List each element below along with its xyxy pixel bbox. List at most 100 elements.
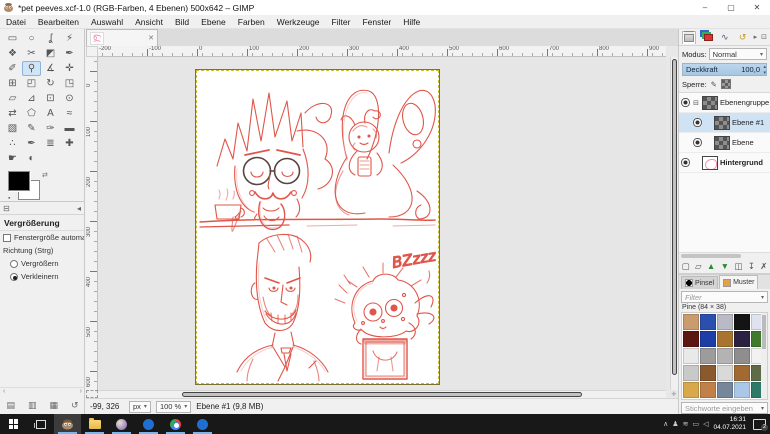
move-tool[interactable]: ✛: [60, 61, 79, 76]
pattern-swatch[interactable]: [700, 365, 716, 381]
layer-list-scrollbar[interactable]: [679, 252, 770, 259]
layer-row[interactable]: Hintergrund: [679, 153, 770, 173]
smudge-tool[interactable]: ☛: [3, 151, 22, 166]
tool-options-scrollbar[interactable]: ‹ ›: [0, 387, 85, 397]
task-view-button[interactable]: [27, 414, 54, 434]
check-app-taskbar-icon-2[interactable]: [189, 414, 216, 434]
color-picker-tool[interactable]: ✐: [3, 61, 22, 76]
merge-layer-button[interactable]: ↧: [748, 261, 755, 272]
unit-select[interactable]: px ▾: [129, 401, 151, 413]
visibility-eye-icon[interactable]: [693, 138, 702, 147]
pattern-swatch[interactable]: [683, 331, 699, 347]
new-layer-group-button[interactable]: ▱: [695, 261, 702, 272]
pattern-swatch[interactable]: [700, 314, 716, 330]
layer-row[interactable]: Ebene: [679, 133, 770, 153]
delete-tool-preset-button[interactable]: ▦: [49, 400, 58, 411]
foreground-color-swatch[interactable]: [8, 171, 30, 191]
pattern-swatch[interactable]: [717, 331, 733, 347]
unified-transform-tool[interactable]: ⊡: [41, 91, 60, 106]
image-tab[interactable]: ✕: [86, 29, 158, 46]
fuzzy-select-tool[interactable]: ⚡: [60, 31, 79, 46]
tab-channels[interactable]: [700, 31, 714, 44]
foreground-select-tool[interactable]: ◩: [41, 46, 60, 61]
layer-name[interactable]: Ebene: [732, 138, 754, 147]
visibility-eye-icon[interactable]: [681, 98, 690, 107]
layer-row[interactable]: ⊟ Ebenengruppe: [679, 93, 770, 113]
pattern-swatch[interactable]: [734, 314, 750, 330]
maximize-button[interactable]: ▢: [718, 0, 744, 15]
tray-network-icon[interactable]: ▭: [692, 420, 699, 428]
menu-item[interactable]: Bild: [169, 17, 195, 27]
tool-options-tab-icon[interactable]: ⊟: [3, 204, 10, 213]
pattern-swatch[interactable]: [717, 348, 733, 364]
new-layer-button[interactable]: ▢: [682, 261, 690, 272]
close-button[interactable]: ✕: [744, 0, 770, 15]
restore-tool-preset-button[interactable]: ▥: [28, 400, 37, 411]
vertical-scrollbar[interactable]: [670, 57, 678, 391]
clock[interactable]: 16:31 04.07.2021: [713, 416, 746, 432]
scissors-select-tool[interactable]: ✂: [22, 46, 41, 61]
zoom-select[interactable]: 100 % ▾: [156, 401, 191, 413]
clone-tool[interactable]: ≣: [41, 136, 60, 151]
align-tool[interactable]: ⊞: [3, 76, 22, 91]
dock-menu-icon[interactable]: ⊡: [761, 33, 767, 41]
paintbrush-tool[interactable]: ✑: [41, 121, 60, 136]
visibility-eye-icon[interactable]: [681, 158, 690, 167]
scroll-left-icon[interactable]: ‹: [3, 388, 5, 397]
scroll-right-icon[interactable]: ›: [80, 388, 82, 397]
swap-colors-icon[interactable]: ⇄: [42, 171, 48, 179]
image-tab-close-icon[interactable]: ✕: [148, 34, 154, 42]
lock-alpha-icon[interactable]: [721, 79, 731, 89]
pattern-swatch[interactable]: [734, 382, 750, 398]
layer-row[interactable]: Ebene #1: [679, 113, 770, 133]
pattern-swatch[interactable]: [700, 331, 716, 347]
pencil-tool[interactable]: ✎: [22, 121, 41, 136]
menu-item[interactable]: Ansicht: [129, 17, 169, 27]
heal-tool[interactable]: ✚: [60, 136, 79, 151]
canvas-viewport[interactable]: BZzzz !: [98, 57, 666, 391]
explorer-taskbar-icon[interactable]: [81, 414, 108, 434]
tag-filter-input[interactable]: Stichworte eingeben ▾: [681, 402, 768, 414]
pattern-swatch[interactable]: [751, 399, 767, 400]
navigation-button[interactable]: ✛: [670, 390, 678, 398]
zoom-direction-radio[interactable]: [10, 273, 18, 281]
layer-mode-select[interactable]: Normal ▾: [709, 48, 767, 60]
raise-layer-button[interactable]: ▲: [707, 261, 715, 271]
pattern-swatch[interactable]: [734, 331, 750, 347]
tab-paths[interactable]: ∿: [718, 31, 732, 44]
menu-item[interactable]: Auswahl: [85, 17, 129, 27]
pattern-swatch[interactable]: [683, 314, 699, 330]
quick-mask-toggle[interactable]: [86, 390, 98, 398]
check-app-taskbar-icon-1[interactable]: [135, 414, 162, 434]
ink-tool[interactable]: ✒: [22, 136, 41, 151]
opacity-slider[interactable]: Deckkraft 100,0 ▴▾: [682, 63, 767, 76]
pattern-scrollbar[interactable]: [761, 313, 767, 399]
menu-item[interactable]: Hilfe: [397, 17, 426, 27]
pattern-swatch[interactable]: [734, 365, 750, 381]
perspective-tool[interactable]: ⊿: [22, 91, 41, 106]
lock-pixels-icon[interactable]: ✎: [711, 80, 717, 89]
spinner-arrows[interactable]: ▴▾: [763, 64, 766, 76]
handle-transform-tool[interactable]: ⊙: [60, 91, 79, 106]
tray-signal-icon[interactable]: ≋: [683, 420, 689, 428]
layer-name[interactable]: Hintergrund: [720, 158, 763, 167]
menu-item[interactable]: Ebene: [195, 17, 232, 27]
warp-transform-tool[interactable]: ≈: [60, 106, 79, 121]
duplicate-layer-button[interactable]: ◫: [734, 261, 742, 272]
rectangle-select-tool[interactable]: ▭: [3, 31, 22, 46]
ellipse-select-tool[interactable]: ○: [22, 31, 41, 46]
paths-tool[interactable]: ✒: [60, 46, 79, 61]
lower-layer-button[interactable]: ▼: [721, 261, 729, 271]
menu-item[interactable]: Datei: [0, 17, 32, 27]
vertical-ruler[interactable]: 0100200300400500600: [86, 57, 98, 391]
eraser-tool[interactable]: ▬: [60, 121, 79, 136]
notification-center-icon[interactable]: 2: [753, 419, 766, 430]
menu-item[interactable]: Farben: [232, 17, 271, 27]
dodge-burn-tool[interactable]: ◐: [22, 151, 41, 166]
tab-overflow-icon[interactable]: ▸: [754, 33, 758, 41]
chrome-taskbar-icon[interactable]: [162, 414, 189, 434]
reset-tool-options-button[interactable]: ↺: [71, 400, 79, 411]
pattern-swatch[interactable]: [734, 399, 750, 400]
image-canvas[interactable]: BZzzz !: [196, 70, 439, 384]
gradient-tool[interactable]: ▧: [3, 121, 22, 136]
